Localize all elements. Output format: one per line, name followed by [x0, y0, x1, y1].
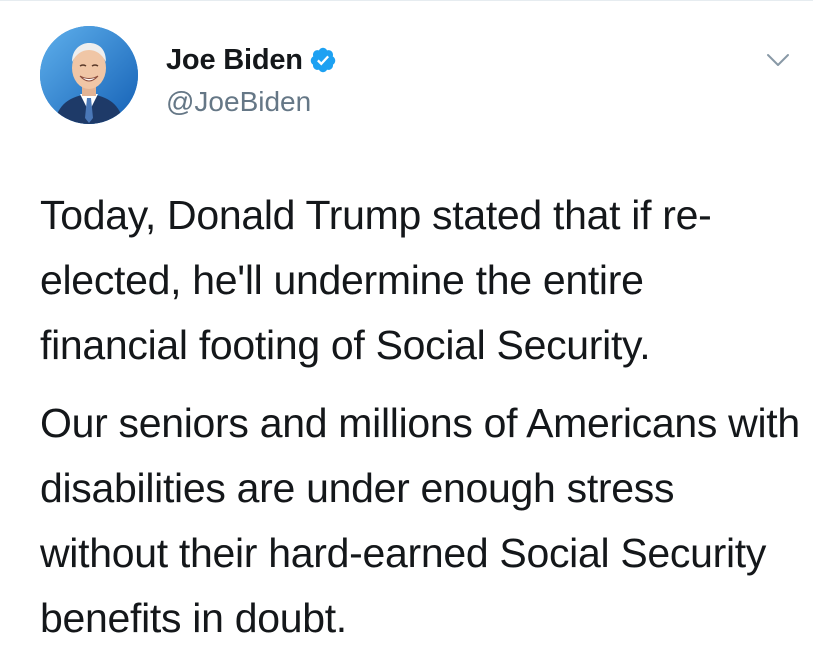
- avatar-photo: [40, 26, 138, 124]
- tweet-menu-button[interactable]: [762, 48, 794, 72]
- tweet-paragraph: Our seniors and millions of Americans wi…: [40, 400, 800, 641]
- chevron-down-icon: [767, 54, 789, 66]
- tweet-author[interactable]: Joe Biden @JoeBiden: [166, 40, 337, 118]
- author-display-name[interactable]: Joe Biden: [166, 44, 303, 77]
- verified-badge-icon: [309, 46, 337, 74]
- tweet-paragraph: Today, Donald Trump stated that if re-el…: [40, 192, 712, 368]
- tweet-card: Joe Biden @JoeBiden Today, Donald Trump …: [0, 0, 813, 652]
- author-handle[interactable]: @JoeBiden: [166, 86, 337, 118]
- author-name-row: Joe Biden: [166, 40, 337, 80]
- tweet-text: Today, Donald Trump stated that if re-el…: [40, 183, 800, 651]
- avatar[interactable]: [40, 26, 138, 124]
